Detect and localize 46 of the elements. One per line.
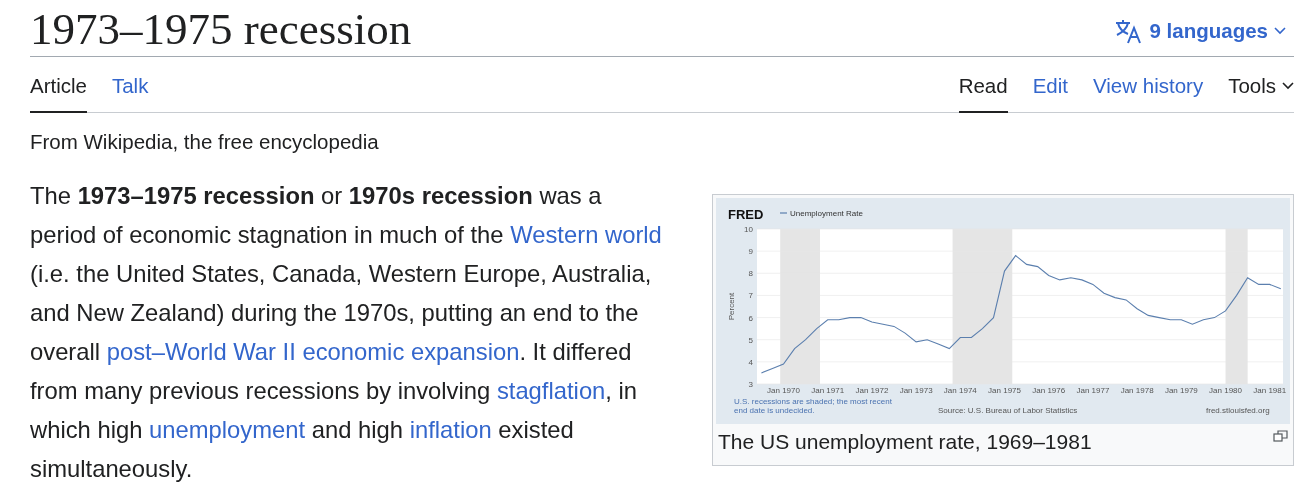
chart-url: fred.stlouisfed.org [1206,406,1270,415]
chart-logo: FRED [728,207,764,222]
page-tab[interactable]: Talk [111,57,149,113]
chevron-down-icon [1274,27,1286,35]
enlarge-icon[interactable] [1273,430,1288,442]
y-tick-label: 8 [748,269,753,279]
article-link[interactable]: inflation [409,416,492,443]
x-tick-label: Jan 1976 [1032,386,1066,395]
article-link[interactable]: unemployment [149,416,306,443]
tools-menu[interactable]: Tools [1228,57,1294,113]
x-tick-label: Jan 1970 [767,386,800,395]
article-paragraph: The 1973–1975 recession or 1970s recession was a period of economic stagnation in much of the Western world (i.e. the United States, Canada, Western Europe, Australia, and New Zealand) during the 1970s, putting an end to the overall post–World War II economic expansion. It differed from many previous recessions by involving stagflation, in which high unemployment and high inflation existed simultaneously. [30,181,663,484]
y-tick-label: 3 [748,380,753,389]
x-tick-label: Jan 1972 [855,386,889,395]
y-tick-label: 10 [744,225,753,234]
x-tick-label: Jan 1973 [899,386,933,395]
chart-source: Source: U.S. Bureau of Labor Statistics [938,406,1078,415]
y-tick-label: 5 [748,335,753,345]
y-tick-label: 4 [748,357,753,367]
x-tick-label: Jan 1974 [943,386,977,395]
page-tab[interactable]: Article [30,57,87,113]
languages-button[interactable]: 9 languages [1113,18,1294,56]
chevron-down-icon [1282,82,1294,90]
figure-caption: The US unemployment rate, 1969–1981 [718,430,1092,454]
chart-footnote: U.S. recessions are shaded; the most recent end date is undecided. [734,397,892,415]
page-title: 1973–1975 recession [30,4,412,54]
tagline: From Wikipedia, the free encyclopedia [30,130,380,154]
x-tick-label: Jan 1981 [1253,386,1287,395]
chart-legend: Unemployment Rate [790,209,863,218]
x-tick-label: Jan 1971 [811,386,845,395]
article-link[interactable]: Western world [510,221,662,248]
x-tick-label: Jan 1980 [1209,386,1242,395]
view-tab[interactable]: Read [958,57,1008,113]
y-tick-label: 6 [748,313,753,323]
article-link[interactable]: post–World War II economic expansion [106,338,520,365]
article-link[interactable]: stagflation [496,377,606,404]
y-tick-label: 9 [748,247,753,257]
view-tab[interactable]: View history [1093,57,1204,113]
x-tick-label: Jan 1975 [988,386,1021,395]
x-tick-label: Jan 1978 [1120,386,1154,395]
x-tick-label: Jan 1979 [1164,386,1198,395]
y-axis-label: Percent [727,292,736,321]
view-tab[interactable]: Edit [1032,57,1068,113]
x-tick-label: Jan 1977 [1076,386,1110,395]
translate-icon [1113,18,1144,44]
y-tick-label: 7 [748,291,753,301]
